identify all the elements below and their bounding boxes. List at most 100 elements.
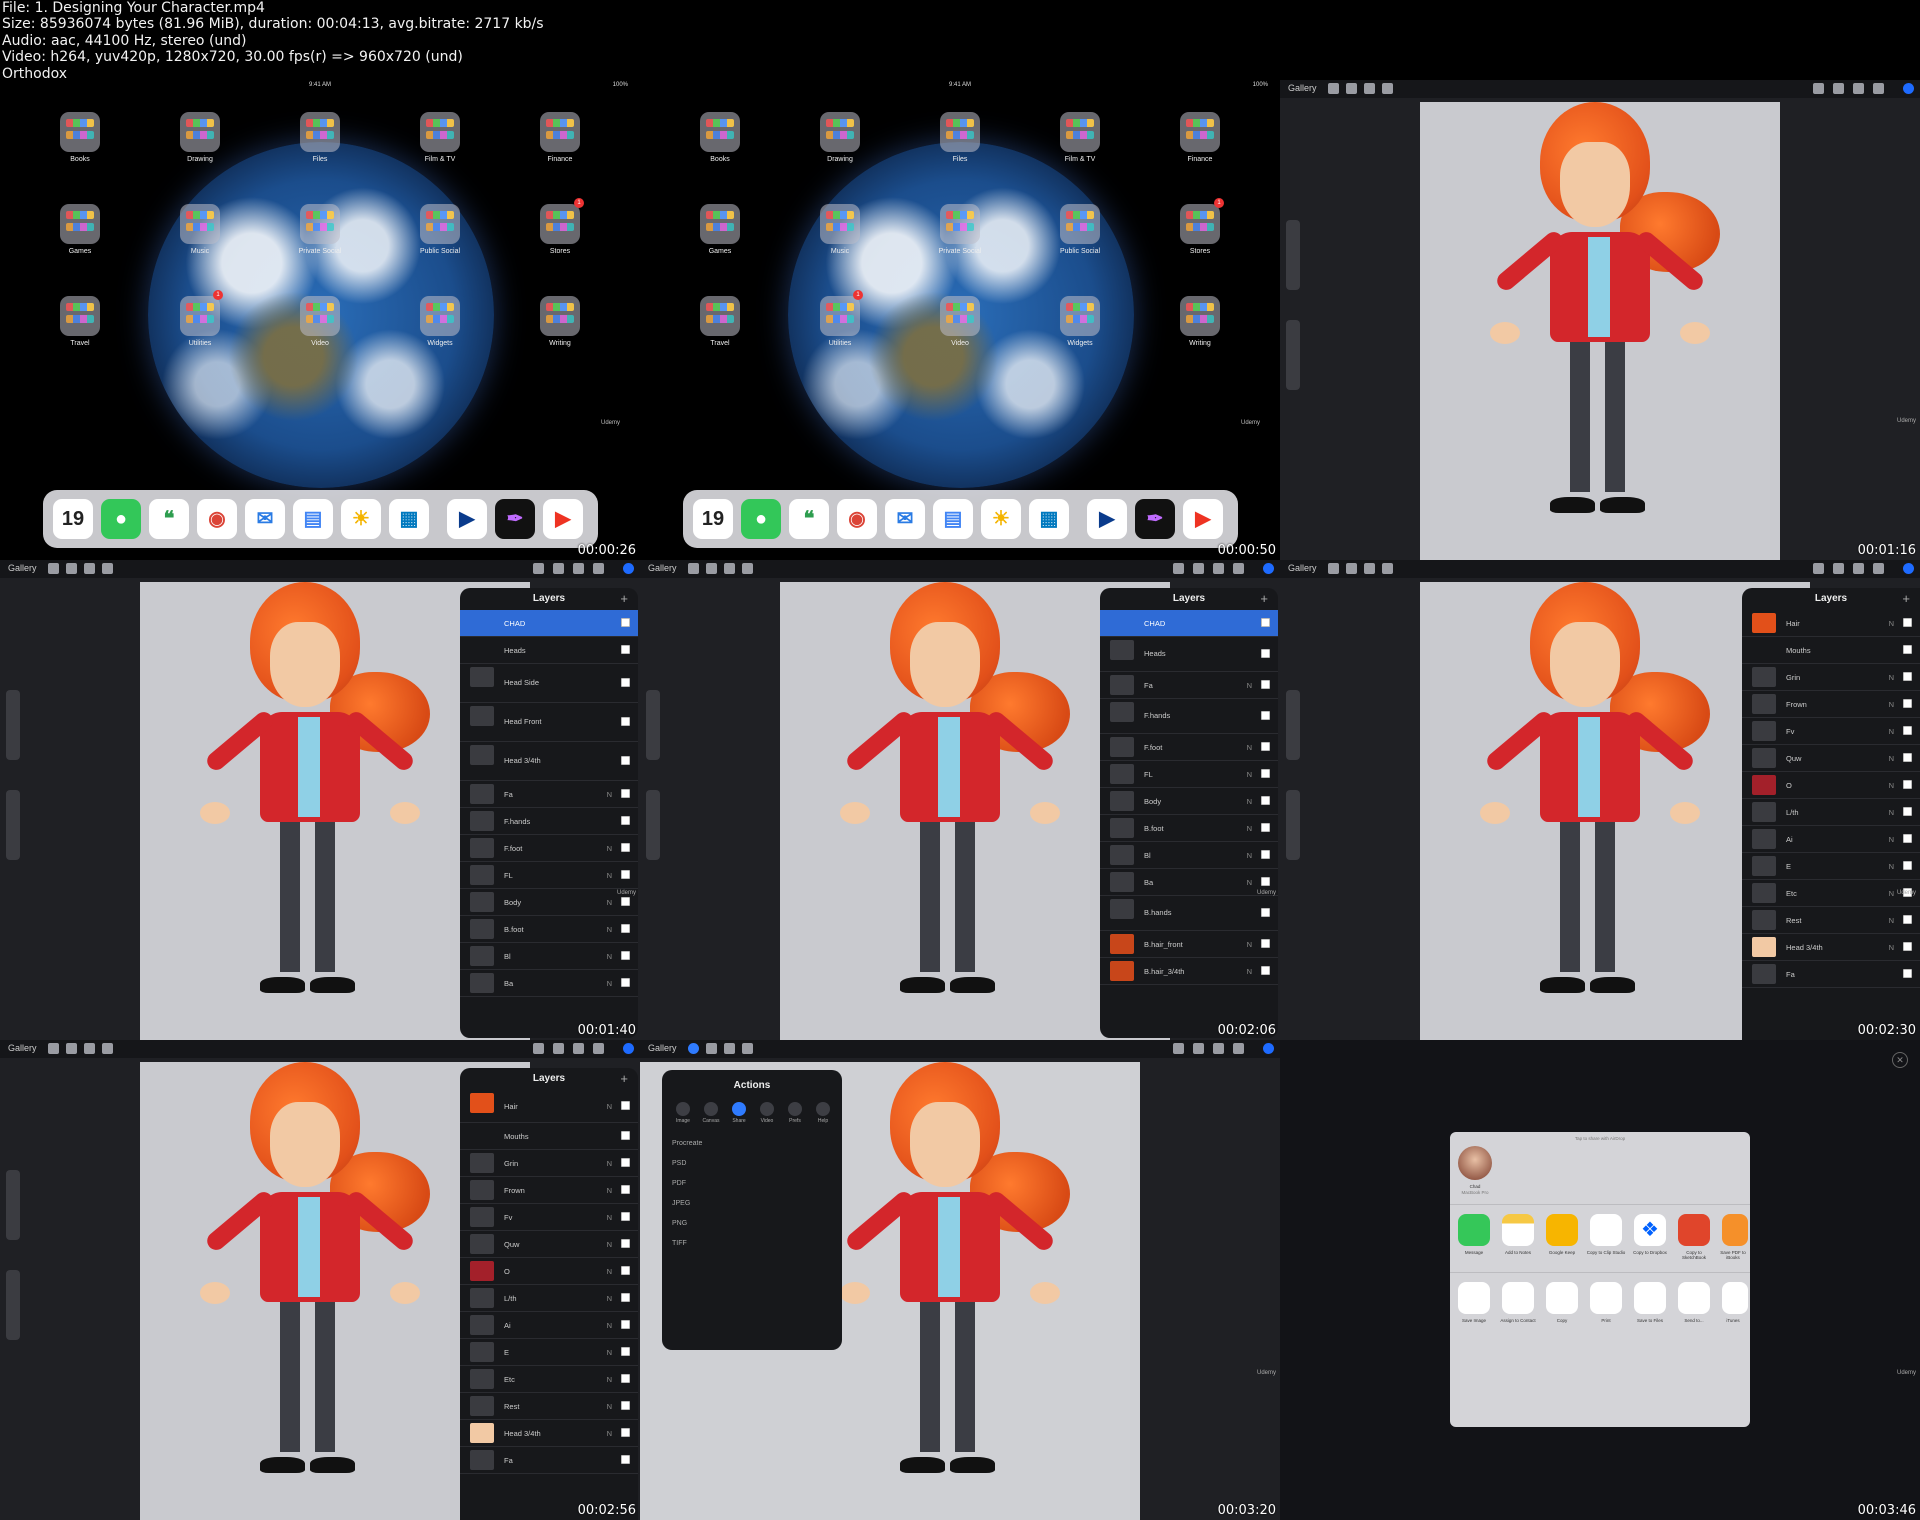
- visibility-checkbox[interactable]: [1261, 649, 1270, 658]
- layer-row[interactable]: ON: [460, 1258, 638, 1285]
- video-tab-icon[interactable]: [760, 1102, 774, 1116]
- clip-studio-icon[interactable]: [1590, 1214, 1622, 1246]
- gallery-button[interactable]: Gallery: [1288, 83, 1317, 93]
- color-picker-icon[interactable]: [1263, 1043, 1274, 1054]
- visibility-checkbox[interactable]: [1261, 680, 1270, 689]
- blend-mode[interactable]: N: [607, 979, 612, 988]
- visibility-checkbox[interactable]: [1903, 645, 1912, 654]
- layer-row[interactable]: FL N: [1100, 761, 1278, 788]
- layer-row[interactable]: Body N: [1100, 788, 1278, 815]
- layer-row[interactable]: Grin N: [460, 1150, 638, 1177]
- blend-mode[interactable]: N: [607, 1186, 612, 1195]
- visibility-checkbox[interactable]: [1903, 915, 1912, 924]
- eraser-icon[interactable]: [573, 1043, 584, 1054]
- visibility-checkbox[interactable]: [1261, 796, 1270, 805]
- adjustments-icon[interactable]: [1346, 83, 1357, 94]
- visibility-checkbox[interactable]: [621, 843, 630, 852]
- calendar-icon[interactable]: 19: [53, 499, 93, 539]
- messages-icon[interactable]: ●: [741, 499, 781, 539]
- brush-size-slider[interactable]: [1286, 220, 1300, 290]
- folder-music[interactable]: [820, 204, 860, 244]
- visibility-checkbox[interactable]: [1903, 780, 1912, 789]
- save-to-files-icon[interactable]: [1634, 1282, 1666, 1314]
- folder-games[interactable]: [60, 204, 100, 244]
- opacity-slider[interactable]: [6, 1270, 20, 1340]
- layer-row[interactable]: Head 3/4th N: [460, 1420, 638, 1447]
- visibility-checkbox[interactable]: [621, 678, 630, 687]
- folder-finance[interactable]: [1180, 112, 1220, 152]
- color-picker-icon[interactable]: [623, 1043, 634, 1054]
- layer-row[interactable]: F.foot N: [1100, 734, 1278, 761]
- docs-icon[interactable]: ▤: [293, 499, 333, 539]
- layer-group-row[interactable]: Mouths: [1742, 637, 1920, 664]
- layer-row[interactable]: B.hair_front N: [1100, 931, 1278, 958]
- gallery-button[interactable]: Gallery: [648, 563, 677, 573]
- drawing-canvas[interactable]: [1420, 102, 1780, 560]
- folder-video[interactable]: [300, 296, 340, 336]
- visibility-checkbox[interactable]: [621, 1455, 630, 1464]
- layer-row[interactable]: Fa N: [1100, 672, 1278, 699]
- blend-mode[interactable]: N: [607, 1102, 612, 1111]
- visibility-checkbox[interactable]: [621, 1158, 630, 1167]
- export-tiff[interactable]: TIFF: [672, 1240, 687, 1247]
- transform-icon[interactable]: [742, 1043, 753, 1054]
- blend-mode[interactable]: N: [607, 1159, 612, 1168]
- layer-row[interactable]: B.foot N: [460, 916, 638, 943]
- blend-mode[interactable]: N: [607, 1294, 612, 1303]
- adjustments-icon[interactable]: [706, 1043, 717, 1054]
- wrench-icon[interactable]: [1328, 83, 1339, 94]
- messages-icon[interactable]: ●: [101, 499, 141, 539]
- adjustments-icon[interactable]: [706, 563, 717, 574]
- layers-icon[interactable]: [593, 1043, 604, 1054]
- smudge-icon[interactable]: [1193, 563, 1204, 574]
- blend-mode[interactable]: N: [1247, 681, 1252, 690]
- selection-icon[interactable]: [84, 563, 95, 574]
- blend-mode[interactable]: N: [1247, 878, 1252, 887]
- smudge-icon[interactable]: [553, 1043, 564, 1054]
- folder-books[interactable]: [60, 112, 100, 152]
- layer-row[interactable]: F.foot N: [460, 835, 638, 862]
- keep-icon[interactable]: ☀: [981, 499, 1021, 539]
- adjustments-icon[interactable]: [1346, 563, 1357, 574]
- blend-mode[interactable]: N: [1889, 835, 1894, 844]
- folder-public-social[interactable]: [420, 204, 460, 244]
- layer-row[interactable]: Hair N: [1742, 610, 1920, 637]
- visibility-checkbox[interactable]: [1903, 861, 1912, 870]
- blend-mode[interactable]: N: [1889, 673, 1894, 682]
- folder-music[interactable]: [180, 204, 220, 244]
- transform-icon[interactable]: [1382, 83, 1393, 94]
- add-layer-icon[interactable]: +: [620, 1068, 628, 1090]
- hangouts-icon[interactable]: ❝: [149, 499, 189, 539]
- blend-mode[interactable]: N: [1247, 743, 1252, 752]
- visibility-checkbox[interactable]: [621, 789, 630, 798]
- cloud-icon[interactable]: [1678, 1282, 1710, 1314]
- close-icon[interactable]: ✕: [1892, 1052, 1908, 1068]
- layer-group-row[interactable]: Mouths: [460, 1123, 638, 1150]
- ibooks-icon[interactable]: [1722, 1214, 1748, 1246]
- layer-row[interactable]: Head Side: [460, 664, 638, 703]
- visibility-checkbox[interactable]: [1261, 877, 1270, 886]
- layer-row[interactable]: Ba N: [460, 970, 638, 997]
- visibility-checkbox[interactable]: [621, 1131, 630, 1140]
- visibility-checkbox[interactable]: [1261, 850, 1270, 859]
- message-icon[interactable]: [1458, 1214, 1490, 1246]
- visibility-checkbox[interactable]: [621, 1293, 630, 1302]
- visibility-checkbox[interactable]: [1903, 618, 1912, 627]
- visibility-checkbox[interactable]: [621, 870, 630, 879]
- layer-row[interactable]: Frown N: [1742, 691, 1920, 718]
- layer-row[interactable]: Fa: [460, 1447, 638, 1474]
- selection-icon[interactable]: [1364, 83, 1375, 94]
- folder-utilities[interactable]: [180, 296, 220, 336]
- layer-row[interactable]: Rest N: [1742, 907, 1920, 934]
- canvas-tab-icon[interactable]: [704, 1102, 718, 1116]
- dropbox-icon[interactable]: ❖: [1634, 1214, 1666, 1246]
- export-procreate[interactable]: Procreate: [672, 1140, 702, 1147]
- blend-mode[interactable]: N: [607, 871, 612, 880]
- wrench-icon[interactable]: [48, 1043, 59, 1054]
- blend-mode[interactable]: N: [1889, 754, 1894, 763]
- visibility-checkbox[interactable]: [621, 978, 630, 987]
- folder-writing[interactable]: [540, 296, 580, 336]
- visibility-checkbox[interactable]: [621, 951, 630, 960]
- folder-film-tv[interactable]: [1060, 112, 1100, 152]
- folder-private-social[interactable]: [300, 204, 340, 244]
